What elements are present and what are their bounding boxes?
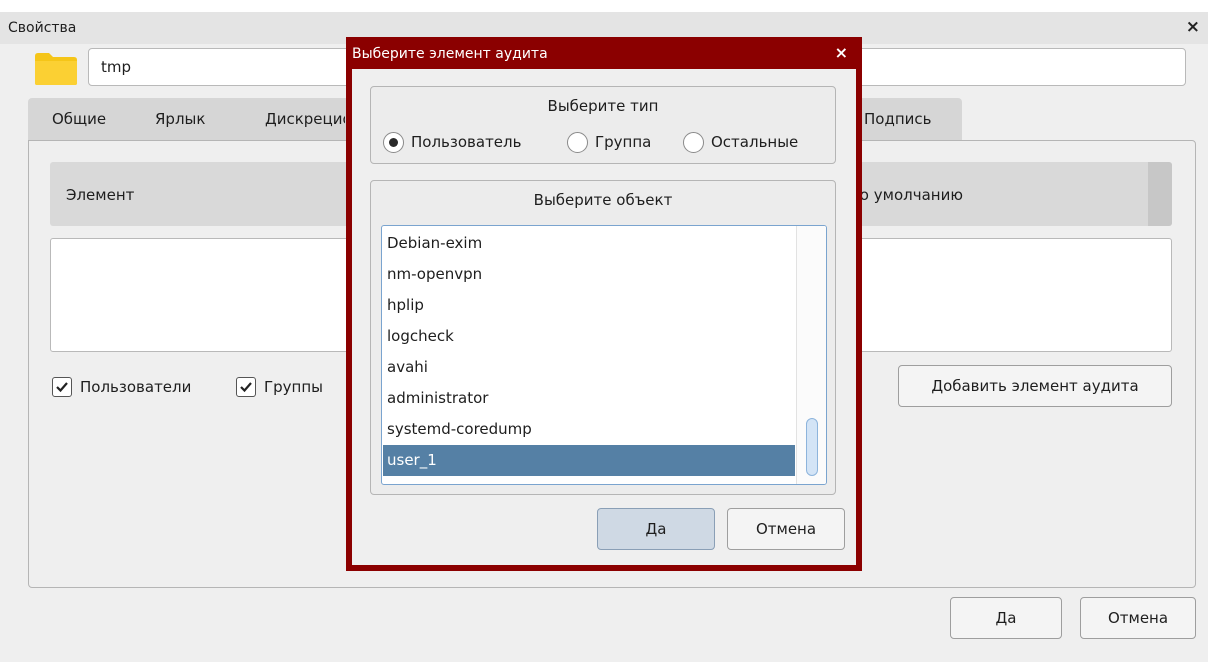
list-item[interactable]: systemd-coredump bbox=[383, 414, 795, 445]
column-header-default[interactable]: по умолчанию bbox=[850, 186, 963, 204]
tab-shortcut[interactable]: Ярлык bbox=[155, 98, 205, 140]
type-group-title: Выберите тип bbox=[547, 97, 659, 115]
groups-checkbox[interactable]: Группы bbox=[236, 376, 323, 398]
radio-group[interactable]: Группа bbox=[567, 131, 651, 153]
list-item[interactable]: hplip bbox=[383, 290, 795, 321]
list-item[interactable]: Debian-exim bbox=[383, 228, 795, 259]
dialog-ok-button[interactable]: Да bbox=[597, 508, 715, 550]
object-group-title: Выберите объект bbox=[533, 191, 673, 209]
groups-checkbox-label: Группы bbox=[264, 378, 324, 396]
close-icon[interactable]: × bbox=[835, 43, 848, 62]
checkbox-checked-icon bbox=[236, 377, 256, 397]
cancel-button[interactable]: Отмена bbox=[1080, 597, 1196, 639]
select-audit-element-dialog: Выберите элемент аудита × Выберите тип П… bbox=[346, 37, 862, 571]
radio-user-label: Пользователь bbox=[411, 133, 522, 151]
radio-group-label: Группа bbox=[595, 133, 652, 151]
dialog-body: Выберите тип Пользователь Группа Остальн… bbox=[352, 69, 856, 565]
dialog-title: Выберите элемент аудита bbox=[352, 46, 548, 62]
list-item[interactable]: nm-openvpn bbox=[383, 259, 795, 290]
users-checkbox-label: Пользователи bbox=[80, 378, 192, 396]
radio-unselected-icon bbox=[683, 131, 704, 153]
object-list-scrollbar[interactable] bbox=[796, 226, 826, 484]
list-item[interactable]: administrator bbox=[383, 383, 795, 414]
dialog-cancel-button[interactable]: Отмена bbox=[727, 508, 845, 550]
type-groupbox: Выберите тип Пользователь Группа Остальн… bbox=[370, 86, 836, 164]
tab-discretionary[interactable]: Дискреционные bbox=[265, 98, 345, 140]
radio-others-label: Остальные bbox=[711, 133, 799, 151]
radio-unselected-icon bbox=[567, 131, 588, 153]
radio-others[interactable]: Остальные bbox=[683, 131, 798, 153]
list-item[interactable]: avahi bbox=[383, 352, 795, 383]
radio-user[interactable]: Пользователь bbox=[383, 131, 521, 153]
header-scroll-corner bbox=[1148, 162, 1172, 226]
ok-button[interactable]: Да bbox=[950, 597, 1062, 639]
list-item-selected[interactable]: user_1 bbox=[383, 445, 795, 476]
column-header-element[interactable]: Элемент bbox=[66, 186, 134, 204]
add-audit-element-button[interactable]: Добавить элемент аудита bbox=[898, 365, 1172, 407]
close-icon[interactable]: × bbox=[1186, 17, 1200, 37]
folder-icon bbox=[35, 53, 77, 85]
checkbox-checked-icon bbox=[52, 377, 72, 397]
users-checkbox[interactable]: Пользователи bbox=[52, 376, 191, 398]
object-list[interactable]: Debian-exim nm-openvpn hplip logcheck av… bbox=[381, 225, 827, 485]
tab-signature[interactable]: Подпись bbox=[864, 98, 931, 140]
object-groupbox: Выберите объект Debian-exim nm-openvpn h… bbox=[370, 180, 836, 495]
scrollbar-thumb[interactable] bbox=[806, 418, 818, 476]
window-title: Свойства bbox=[8, 20, 77, 36]
tab-general[interactable]: Общие bbox=[52, 98, 106, 140]
list-item[interactable]: logcheck bbox=[383, 321, 795, 352]
radio-selected-icon bbox=[383, 131, 404, 153]
